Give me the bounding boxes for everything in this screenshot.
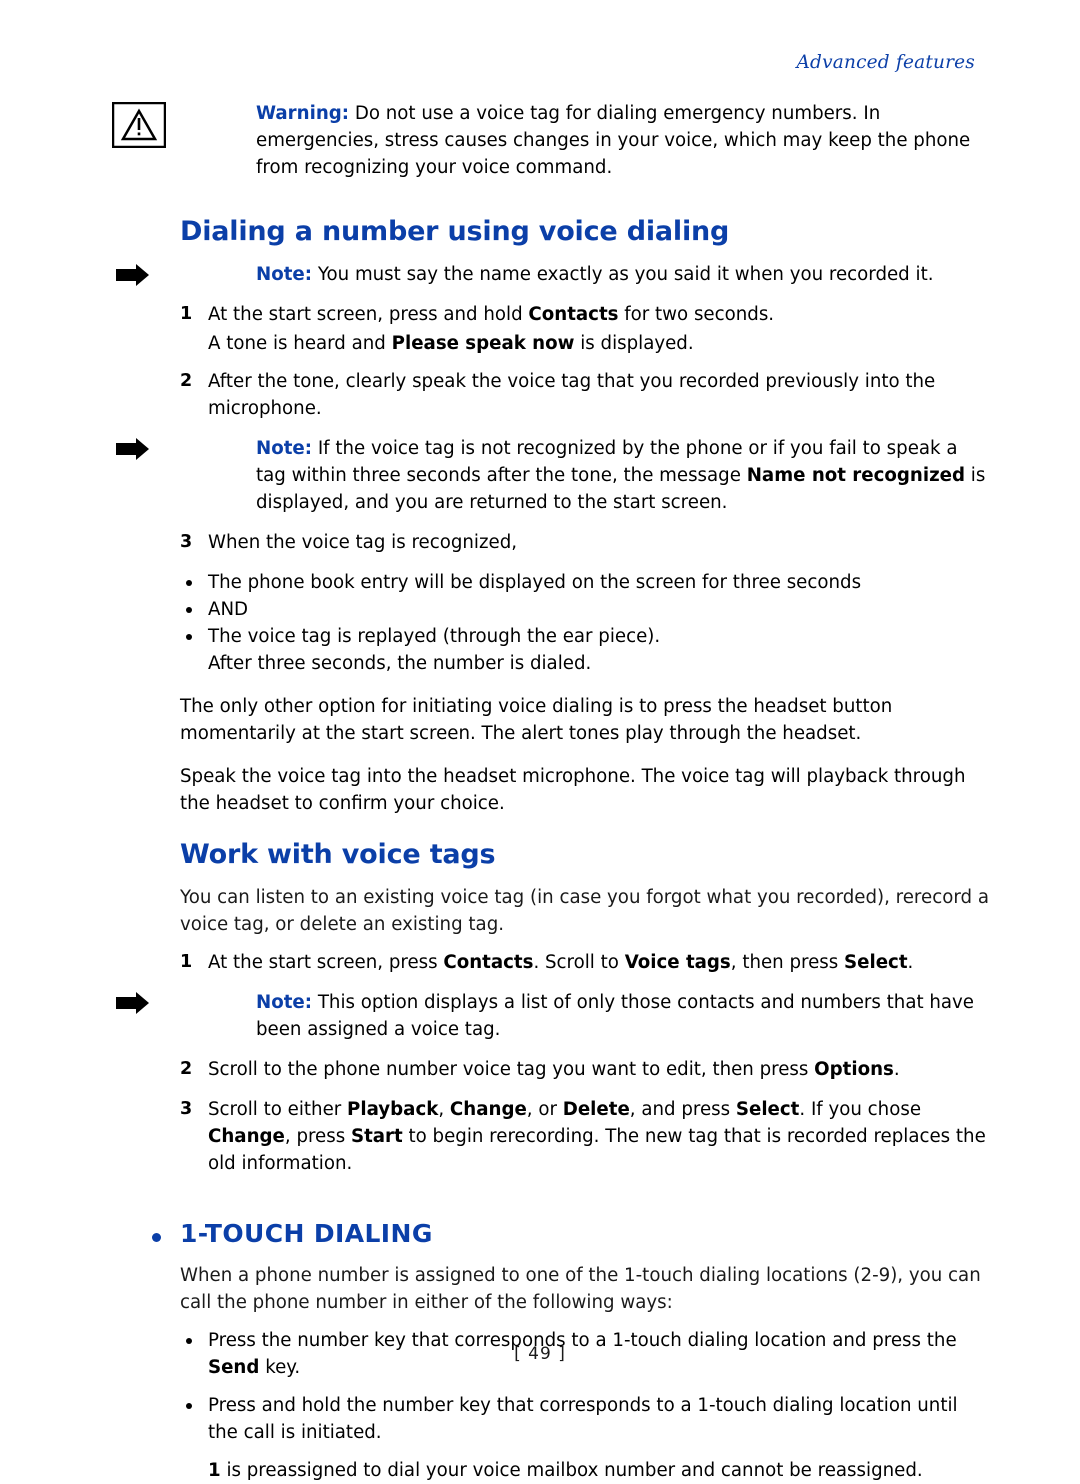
note-1-text: Note: You must say the name exactly as y… xyxy=(256,261,990,288)
note-pointer-icon xyxy=(112,437,166,483)
preassigned-number: 1 xyxy=(208,1460,221,1481)
note-pointer-icon xyxy=(112,991,166,1037)
note-callout-2: Note: If the voice tag is not recognized… xyxy=(116,435,990,516)
step-bold5: Change xyxy=(208,1126,285,1147)
bullet-one-touch-2: Press and hold the number key that corre… xyxy=(180,1392,990,1446)
step-bold4: Select xyxy=(735,1099,800,1120)
warning-text: Warning: Do not use a voice tag for dial… xyxy=(256,100,990,181)
bullet-dot-icon xyxy=(186,634,192,640)
step-part4: . xyxy=(907,952,914,973)
warning-callout: Warning: Do not use a voice tag for dial… xyxy=(111,100,990,181)
step-number: 3 xyxy=(180,532,193,552)
note-callout-1: Note: You must say the name exactly as y… xyxy=(116,261,990,288)
section-heading-dialing: Dialing a number using voice dialing xyxy=(180,216,730,247)
note-2-text: Note: If the voice tag is not recognized… xyxy=(256,435,990,516)
note-1-lead: Note: xyxy=(256,264,313,285)
step-number: 1 xyxy=(180,304,193,324)
paragraph-one-preassigned: 1 is preassigned to dial your voice mail… xyxy=(180,1457,990,1484)
step-text-part1: When the voice tag is recognized, xyxy=(208,532,518,553)
step-bold6: Start xyxy=(350,1126,403,1147)
note-callout-3: Note: This option displays a list of onl… xyxy=(116,989,990,1043)
section-heading-voice-tags: Work with voice tags xyxy=(180,839,496,870)
bullet-text: AND xyxy=(208,599,249,620)
step-dialing-2: 2 After the tone, clearly speak the voic… xyxy=(180,368,990,422)
note-3-lead: Note: xyxy=(256,992,313,1013)
bullet-recognized-3: The voice tag is replayed (through the e… xyxy=(180,623,990,650)
step-part4: , and press xyxy=(629,1099,736,1120)
bullet-recognized-1: The phone book entry will be displayed o… xyxy=(180,569,990,596)
step-part1: Scroll to either xyxy=(208,1099,348,1120)
step-voicetags-3: 3 Scroll to either Playback, Change, or … xyxy=(180,1096,990,1177)
bullet-part1: Press and hold the number key that corre… xyxy=(208,1395,958,1443)
substep-part2: is displayed. xyxy=(574,333,694,354)
bullet-dot-icon xyxy=(186,607,192,613)
running-header: Advanced features xyxy=(796,52,975,73)
note-1-body: You must say the name exactly as you sai… xyxy=(312,264,934,285)
step-part3: , then press xyxy=(730,952,845,973)
step-text-part1: At the start screen, press and hold xyxy=(208,304,529,325)
bullet-text: The voice tag is replayed (through the e… xyxy=(208,626,661,647)
warning-lead: Warning: xyxy=(256,103,350,124)
paragraph-headset-speak: Speak the voice tag into the headset mic… xyxy=(180,766,966,814)
note-3-text: Note: This option displays a list of onl… xyxy=(256,989,990,1043)
step-bold3: Delete xyxy=(562,1099,630,1120)
step-bold3: Select xyxy=(844,952,908,973)
step-number: 2 xyxy=(180,1059,193,1079)
step-voicetags-2: 2 Scroll to the phone number voice tag y… xyxy=(180,1056,990,1083)
step-voicetags-1: 1 At the start screen, press Contacts. S… xyxy=(180,949,990,976)
section-heading-one-touch: 1-TOUCH DIALING xyxy=(180,1219,433,1248)
bullet-recognized-2: AND xyxy=(180,596,990,623)
step-number: 1 xyxy=(180,952,193,972)
step-text-part2: for two seconds. xyxy=(618,304,775,325)
step-dialing-1: 1 At the start screen, press and hold Co… xyxy=(180,301,990,328)
section-heading-one-touch-wrap: 1-TOUCH DIALING xyxy=(152,1219,990,1248)
step-bold1: Options xyxy=(814,1059,894,1080)
note-2-bold1: Name not recognized xyxy=(746,465,966,486)
note-pointer-icon xyxy=(112,263,166,309)
note-2-lead: Note: xyxy=(256,438,313,459)
step-bold1: Contacts xyxy=(443,952,534,973)
step-part2: . xyxy=(893,1059,900,1080)
paragraph-headset-option: The only other option for initiating voi… xyxy=(180,696,893,744)
step-part5: . If you chose xyxy=(799,1099,922,1120)
step-number: 2 xyxy=(180,371,193,391)
step-part1: Scroll to the phone number voice tag you… xyxy=(208,1059,815,1080)
step-text-part1: After the tone, clearly speak the voice … xyxy=(208,371,936,419)
substep-part1: A tone is heard and xyxy=(208,333,392,354)
step-part6: , press xyxy=(284,1126,351,1147)
bullet-text: The phone book entry will be displayed o… xyxy=(208,572,862,593)
step-dialing-3: 3 When the voice tag is recognized, xyxy=(180,529,990,556)
note-3-body: This option displays a list of only thos… xyxy=(256,992,975,1040)
step-part2: , xyxy=(438,1099,450,1120)
preassigned-text: is preassigned to dial your voice mailbo… xyxy=(220,1460,923,1481)
page-content: Warning: Do not use a voice tag for dial… xyxy=(111,100,990,1484)
bullet-dot-icon xyxy=(152,1233,161,1242)
step-bold2: Voice tags xyxy=(624,952,731,973)
substep-tone: A tone is heard and Please speak now is … xyxy=(180,330,990,357)
step-part3: , or xyxy=(526,1099,563,1120)
step-part2: . Scroll to xyxy=(533,952,625,973)
bullet-dot-icon xyxy=(186,580,192,586)
after-three-seconds-text: After three seconds, the number is diale… xyxy=(208,653,592,674)
substep-bold1: Please speak now xyxy=(391,333,575,354)
page-number: [ 49 ] xyxy=(514,1344,566,1364)
warning-body: Do not use a voice tag for dialing emerg… xyxy=(256,103,971,178)
step-bold1: Playback xyxy=(347,1099,439,1120)
paragraph-voice-tags-intro: You can listen to an existing voice tag … xyxy=(180,887,989,935)
step-bold2: Change xyxy=(449,1099,527,1120)
step-text-bold1: Contacts xyxy=(528,304,619,325)
document-page: Advanced features Warning: Do not use a … xyxy=(0,0,1080,1481)
step-part1: At the start screen, press xyxy=(208,952,444,973)
paragraph-one-touch-intro: When a phone number is assigned to one o… xyxy=(180,1265,981,1313)
bullet-dot-icon xyxy=(186,1403,192,1409)
step-number: 3 xyxy=(180,1099,193,1119)
warning-triangle-icon xyxy=(111,101,167,149)
